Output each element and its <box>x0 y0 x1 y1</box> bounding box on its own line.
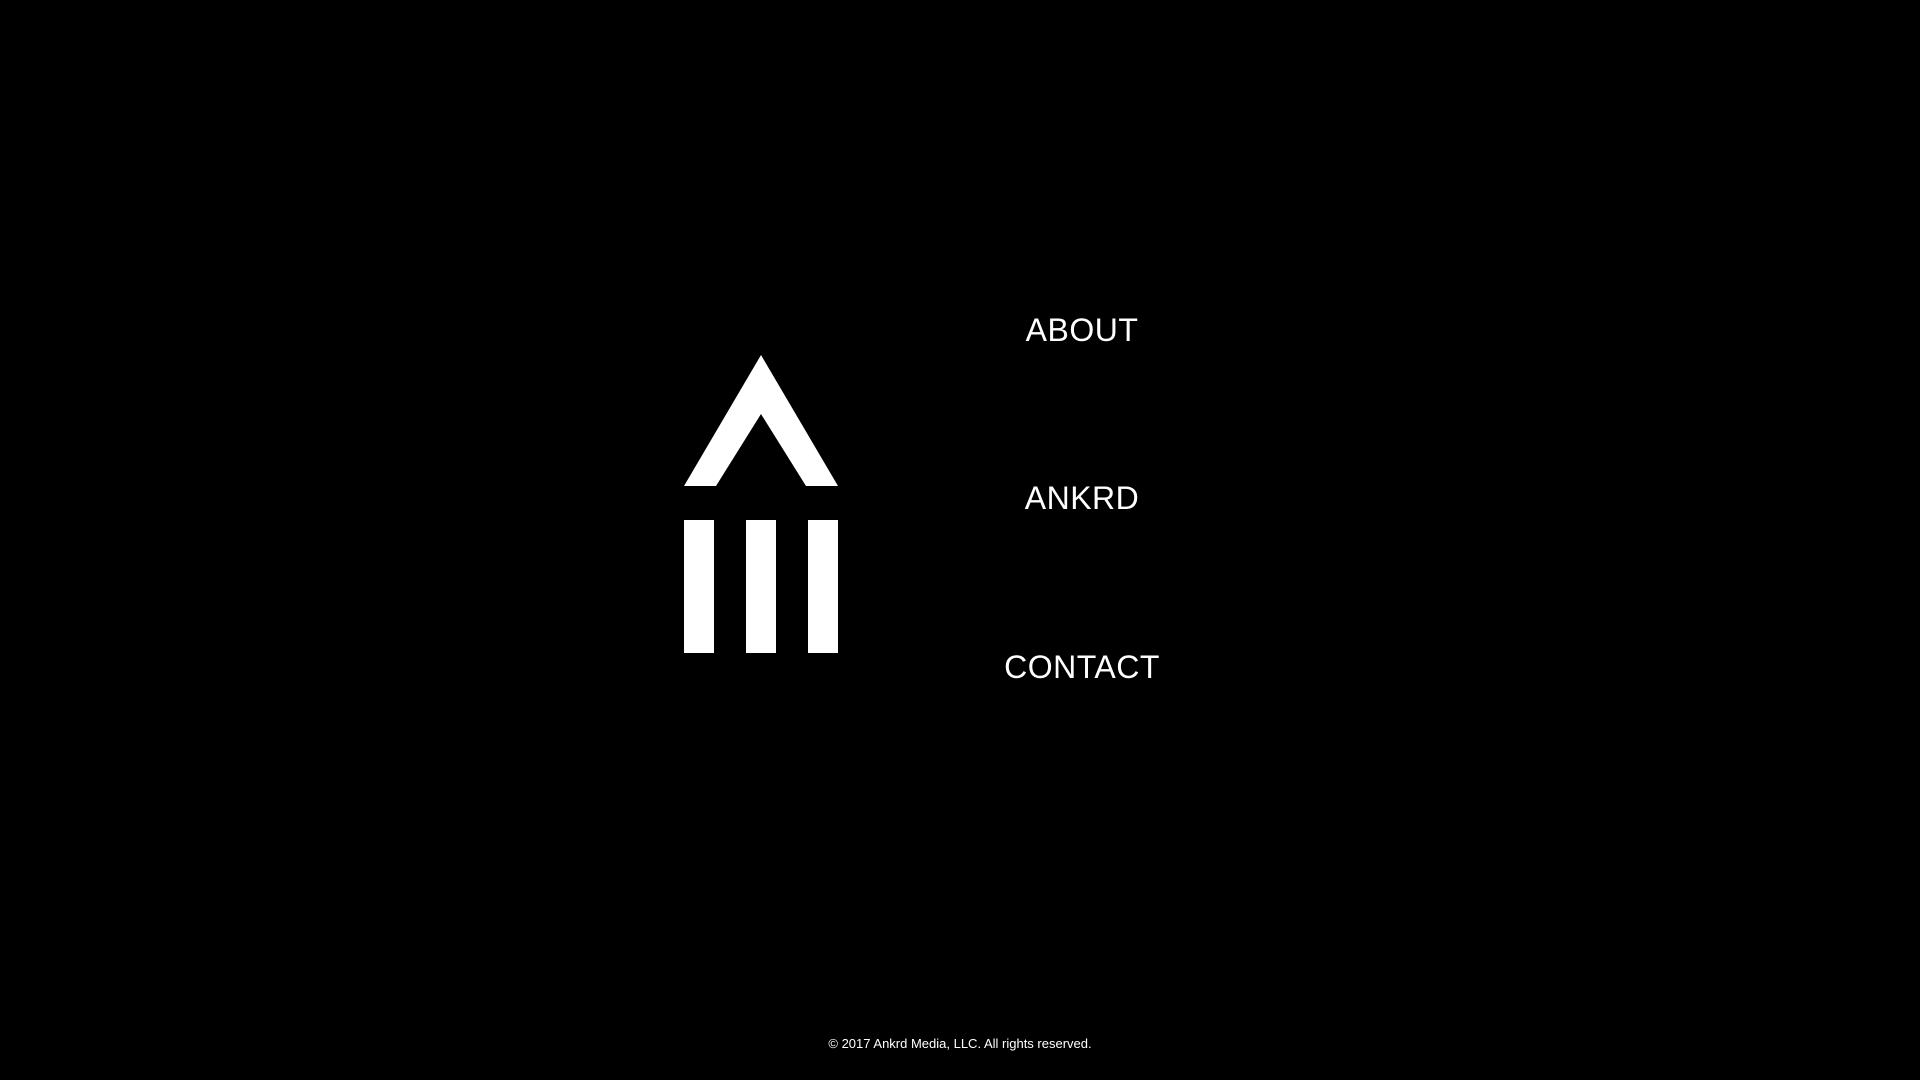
logo-chevron <box>684 355 838 486</box>
logo-bar-middle <box>746 520 776 653</box>
logo-bar-right <box>808 520 838 653</box>
footer-copyright: © 2017 Ankrd Media, LLC. All rights rese… <box>828 1036 1092 1051</box>
nav-link-about[interactable]: ABOUT <box>982 310 1182 350</box>
nav-link-ankrd[interactable]: ANKRD <box>982 478 1182 518</box>
logo-bar-left <box>684 520 714 653</box>
nav-link-contact[interactable]: CONTACT <box>982 647 1182 687</box>
ankrd-logo-icon <box>684 355 838 653</box>
